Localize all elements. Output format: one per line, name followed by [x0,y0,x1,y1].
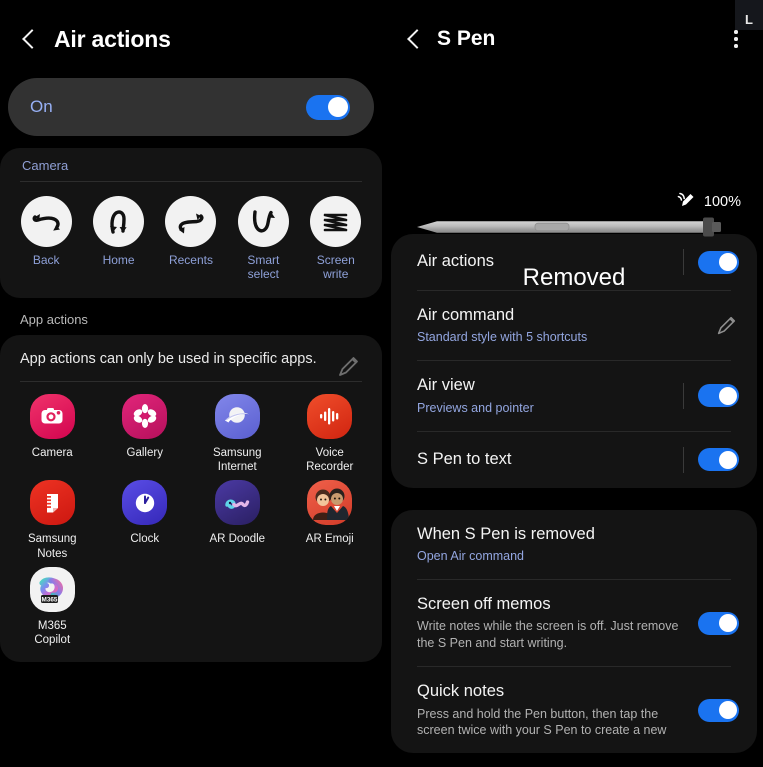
corner-badge: L [735,0,763,30]
gesture-label: Back [32,253,60,267]
setting-subtitle: Previews and pointer [417,400,534,415]
m365-copilot-app-icon: M365 [29,567,75,613]
gesture-label: Screen write [316,253,355,281]
gesture-home-arrow-icon [93,196,145,247]
ar-emoji-app-icon [307,480,353,526]
divider [683,446,684,473]
s-pen-image [415,213,735,246]
app-label: Clock [130,533,160,546]
setting-title: Air view [417,376,475,395]
app-item-ar-doodle[interactable]: AR Doodle [191,480,284,561]
clock-app-icon [122,480,168,526]
gesture-back-arrow-icon [20,196,72,247]
app-item-m365-copilot[interactable]: M365 M365 Copilot [6,567,99,648]
gesture-list: Back Home Recents Smart select Screen wr… [0,182,382,282]
setting-title: Screen off memos [417,594,551,613]
setting-subtitle: Open Air command [417,549,524,564]
page-title: Air actions [54,25,171,52]
app-label: Voice Recorder [306,446,354,473]
screen-off-memos-toggle[interactable] [698,611,739,635]
air-actions-master-toggle-row[interactable]: On [8,78,374,136]
quick-notes-toggle[interactable] [698,698,739,722]
setting-row-air-view[interactable]: Air view Previews and pointer [391,361,757,430]
s-pen-status-area: 100% Removed [385,78,763,291]
master-toggle-switch[interactable] [306,94,350,120]
app-label: Camera [31,446,73,459]
dual-screenshot-container: Air actions On Camera Back Home Recents … [0,0,763,767]
gesture-item-back[interactable]: Back [14,196,78,282]
gesture-item-home[interactable]: Home [87,196,151,282]
app-actions-grid: Camera Gallery Samsung Internet Voice Re… [0,382,382,648]
divider [683,382,684,409]
gesture-screen-write-zigzag-icon [310,196,362,247]
gesture-label: Smart select [247,253,280,281]
app-item-clock[interactable]: Clock [99,480,192,561]
app-actions-description: App actions can only be used in specific… [20,350,317,367]
s-pen-panel: S Pen 100% Removed Air actions Air comma… [385,0,763,767]
battery-level-text: 100% [703,194,741,210]
app-item-ar-emoji[interactable]: AR Emoji [284,480,377,561]
m365-badge-text: M365 [42,596,58,603]
setting-row-when-s-pen-removed[interactable]: When S Pen is removed Open Air command [391,510,757,579]
app-label: AR Doodle [209,533,266,546]
setting-title: When S Pen is removed [417,524,595,543]
setting-subtitle: Write notes while the screen is off. Jus… [417,619,679,651]
app-item-camera[interactable]: Camera [6,393,99,475]
setting-title: S Pen to text [417,449,512,468]
camera-gestures-card: Camera Back Home Recents Smart select Sc… [0,148,382,298]
gallery-app-icon [122,393,168,439]
app-actions-heading: App actions [20,311,88,327]
spen-battery-icon [677,190,697,214]
app-label: Samsung Internet [212,446,262,473]
app-label: AR Emoji [305,533,354,546]
app-item-voice-recorder[interactable]: Voice Recorder [284,393,377,475]
ar-doodle-app-icon [214,480,260,526]
camera-app-icon [29,393,75,439]
gesture-label: Home [102,253,135,267]
chevron-left-icon[interactable] [20,30,38,48]
app-label: Samsung Notes [27,533,77,560]
setting-subtitle: Press and hold the Pen button, then tap … [417,706,667,738]
app-item-samsung-internet[interactable]: Samsung Internet [191,393,284,475]
samsung-internet-app-icon [214,393,260,439]
camera-section-heading: Camera [22,158,69,173]
setting-subtitle: Standard style with 5 shortcuts [417,330,588,345]
air-actions-header: Air actions [0,0,382,78]
s-pen-settings-group-2: When S Pen is removed Open Air command S… [391,509,757,754]
setting-title: Quick notes [417,682,505,701]
gesture-item-smart-select[interactable]: Smart select [231,196,295,282]
air-actions-panel: Air actions On Camera Back Home Recents … [0,0,382,767]
more-vertical-icon[interactable] [725,28,747,50]
chevron-left-icon[interactable] [405,30,423,48]
air-actions-toggle[interactable] [698,250,739,274]
setting-row-s-pen-to-text[interactable]: S Pen to text [391,432,757,488]
setting-row-air-command[interactable]: Air command Standard style with 5 shortc… [391,291,757,360]
s-pen-battery: 100% [677,190,741,214]
app-label: M365 Copilot [34,620,71,647]
app-label: Gallery [126,446,163,459]
master-toggle-label: On [30,97,53,116]
setting-row-screen-off-memos[interactable]: Screen off memos Write notes while the s… [391,580,757,666]
air-view-toggle[interactable] [698,384,739,408]
s-pen-to-text-toggle[interactable] [698,448,739,472]
samsung-notes-app-icon [29,480,75,526]
app-item-gallery[interactable]: Gallery [99,393,192,475]
pencil-icon[interactable] [713,313,739,339]
voice-recorder-app-icon [307,393,353,439]
pencil-icon[interactable] [330,349,366,385]
app-item-samsung-notes[interactable]: Samsung Notes [6,480,99,561]
setting-title: Air command [417,306,515,324]
gesture-smart-select-arrow-icon [237,196,289,247]
gesture-item-recents[interactable]: Recents [159,196,223,282]
gesture-item-screen-write[interactable]: Screen write [304,196,368,282]
setting-row-quick-notes[interactable]: Quick notes Press and hold the Pen butto… [391,667,757,753]
gesture-recents-arrow-icon [165,196,217,247]
gesture-label: Recents [168,253,213,267]
app-actions-card: App actions can only be used in specific… [0,334,382,662]
page-title: S Pen [437,27,496,50]
s-pen-header: S Pen [385,0,763,78]
